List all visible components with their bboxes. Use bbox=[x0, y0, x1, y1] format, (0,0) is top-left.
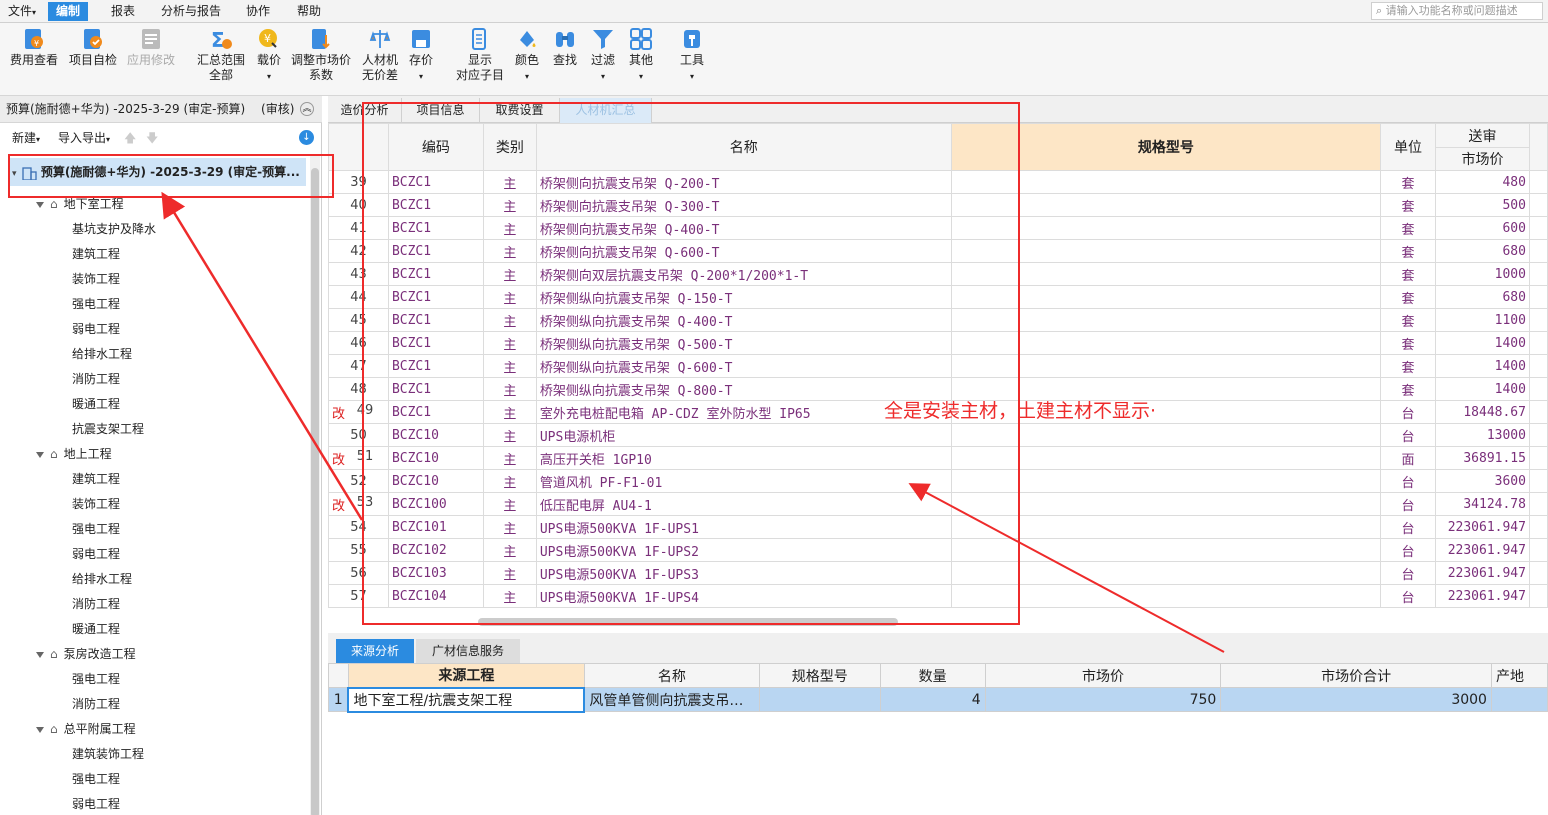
annotation-arrows bbox=[161, 191, 1225, 653]
